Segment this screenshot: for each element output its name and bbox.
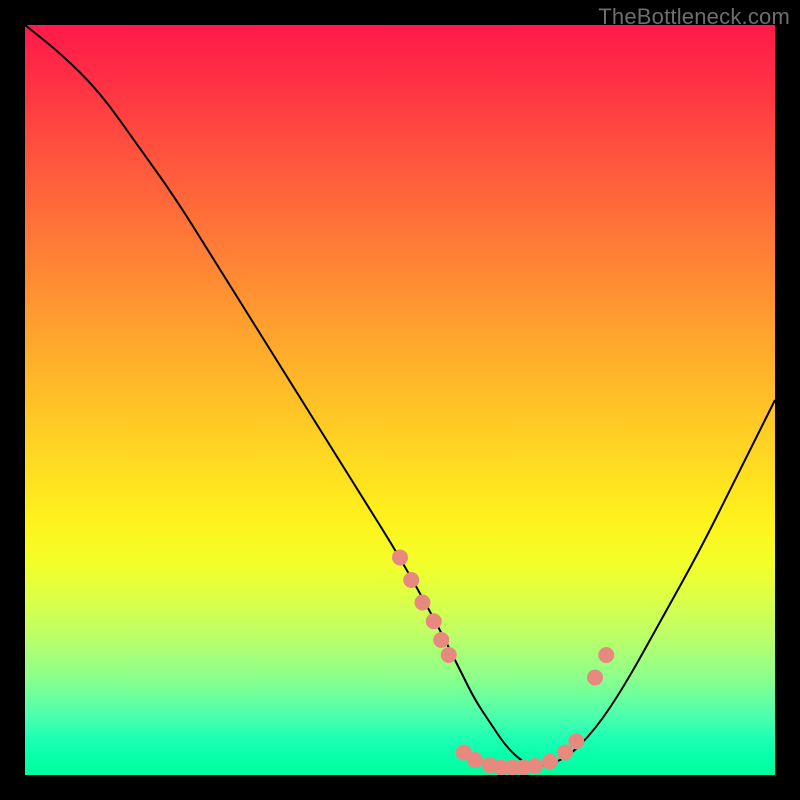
- data-point: [598, 647, 614, 663]
- data-point: [467, 752, 483, 768]
- plot-area: [25, 25, 775, 775]
- data-point: [542, 754, 558, 770]
- outer-frame: TheBottleneck.com: [0, 0, 800, 800]
- data-point: [415, 595, 431, 611]
- data-point: [527, 758, 543, 774]
- data-point: [403, 572, 419, 588]
- bottleneck-curve: [25, 25, 775, 766]
- data-point: [441, 647, 457, 663]
- data-point: [426, 613, 442, 629]
- data-point: [433, 632, 449, 648]
- data-point: [587, 670, 603, 686]
- chart-svg: [25, 25, 775, 775]
- data-point: [568, 733, 584, 749]
- data-point: [392, 550, 408, 566]
- watermark-text: TheBottleneck.com: [598, 4, 790, 30]
